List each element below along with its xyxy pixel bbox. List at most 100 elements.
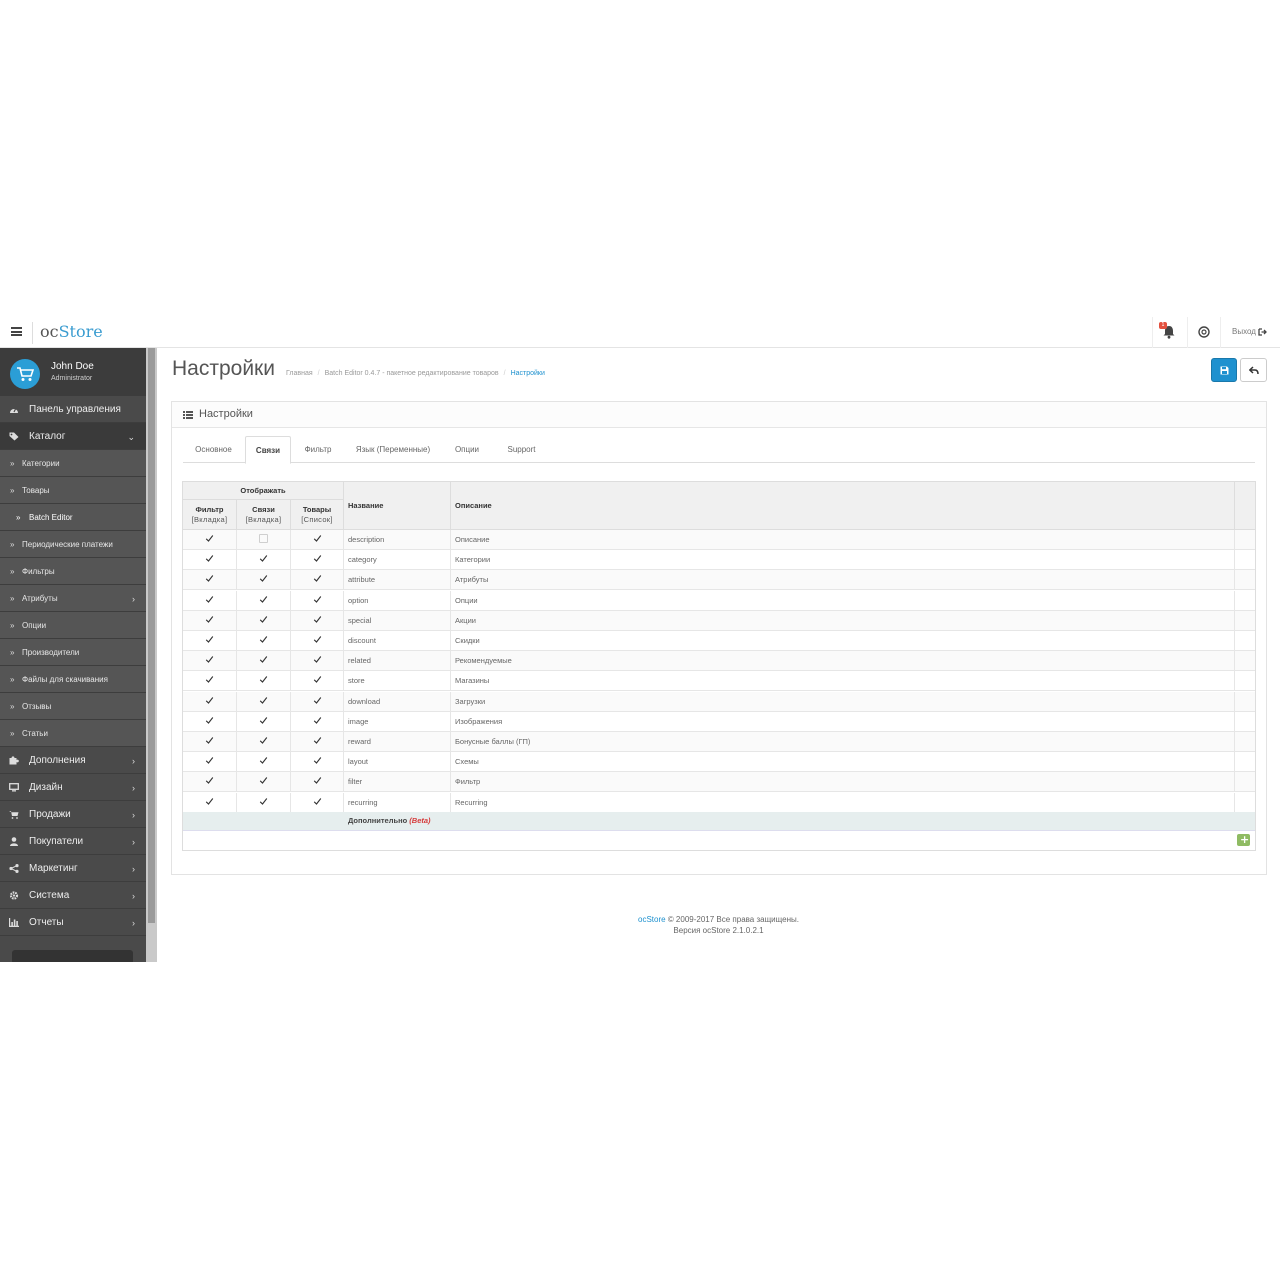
checkbox[interactable]: [205, 675, 214, 684]
add-button[interactable]: +: [1237, 834, 1250, 846]
top-header: ocStore 1 Выход: [0, 317, 1280, 348]
checkbox[interactable]: [205, 716, 214, 725]
checkbox[interactable]: [205, 574, 214, 583]
sidebar-item-5[interactable]: » Периодические платежи: [0, 531, 146, 558]
checkbox[interactable]: [313, 554, 322, 563]
checkbox[interactable]: [313, 574, 322, 583]
page-title: Настройки: [172, 357, 275, 380]
tab-options[interactable]: Опции: [444, 436, 490, 463]
checkbox[interactable]: [313, 655, 322, 664]
sidebar-item-1[interactable]: Каталог ⌄: [0, 423, 146, 450]
checkbox[interactable]: [259, 574, 268, 583]
chevron-right-icon: ›: [132, 864, 135, 874]
tab-support[interactable]: Support: [494, 436, 549, 463]
breadcrumb-module[interactable]: Batch Editor 0.4.7 - пакетное редактиров…: [325, 370, 499, 377]
sidebar-item-4[interactable]: » Batch Editor: [0, 504, 146, 531]
checkbox[interactable]: [313, 595, 322, 604]
sidebar-scrollbar[interactable]: [146, 348, 157, 962]
dashboard-icon: [10, 407, 18, 413]
checkbox-cell: [183, 752, 237, 772]
checkbox[interactable]: [259, 797, 268, 806]
checkbox[interactable]: [259, 554, 268, 563]
checkbox[interactable]: [259, 534, 268, 543]
save-button[interactable]: [1211, 358, 1237, 382]
checkbox[interactable]: [313, 696, 322, 705]
chevron-right-icon: ›: [132, 756, 135, 766]
checkbox[interactable]: [259, 675, 268, 684]
sidebar-item-13[interactable]: Дополнения ›: [0, 747, 146, 774]
sidebar-item-6[interactable]: » Фильтры: [0, 558, 146, 585]
row-description: Загрузки: [451, 692, 1235, 712]
checkbox[interactable]: [205, 615, 214, 624]
checkbox[interactable]: [205, 554, 214, 563]
checkbox[interactable]: [205, 797, 214, 806]
checkbox[interactable]: [205, 655, 214, 664]
sidebar-item-3[interactable]: » Товары: [0, 477, 146, 504]
checkbox[interactable]: [313, 716, 322, 725]
sidebar-item-10[interactable]: » Файлы для скачивания: [0, 666, 146, 693]
checkbox[interactable]: [313, 797, 322, 806]
menu-toggle-icon[interactable]: [11, 327, 22, 336]
checkbox[interactable]: [259, 696, 268, 705]
sidebar-item-9[interactable]: » Производители: [0, 639, 146, 666]
tab-main[interactable]: Основное: [183, 436, 244, 463]
sidebar-item-0[interactable]: Панель управления: [0, 396, 146, 423]
row-action-cell: [1235, 712, 1255, 732]
checkbox[interactable]: [259, 595, 268, 604]
sidebar-item-15[interactable]: Продажи ›: [0, 801, 146, 828]
checkbox[interactable]: [205, 736, 214, 745]
tab-filter[interactable]: Фильтр: [293, 436, 343, 463]
checkbox[interactable]: [259, 736, 268, 745]
angle-double-right-icon: »: [10, 729, 15, 738]
chevron-right-icon: ›: [132, 783, 135, 793]
checkbox[interactable]: [313, 635, 322, 644]
settings-table: Отображать Фильтр [Вкладка] Связи [Вкладка…: [182, 481, 1256, 851]
tab-language[interactable]: Язык (Переменные): [346, 436, 440, 463]
sidebar-item-2[interactable]: » Категории: [0, 450, 146, 477]
sidebar-item-12[interactable]: » Статьи: [0, 720, 146, 747]
checkbox[interactable]: [313, 736, 322, 745]
checkbox[interactable]: [313, 534, 322, 543]
user-profile[interactable]: John Doe Administrator: [0, 348, 146, 396]
checkbox[interactable]: [205, 776, 214, 785]
logout-label: Выход: [1232, 327, 1256, 336]
checkbox[interactable]: [259, 716, 268, 725]
logo[interactable]: ocStore: [40, 321, 103, 343]
sidebar-item-17[interactable]: Маркетинг ›: [0, 855, 146, 882]
checkbox-cell: [237, 631, 291, 651]
globe-icon[interactable]: [1198, 326, 1210, 338]
sidebar-item-label: Отзывы: [22, 702, 52, 711]
checkbox[interactable]: [313, 675, 322, 684]
tab-links[interactable]: Связи: [245, 436, 291, 464]
checkbox-cell: [291, 752, 344, 772]
checkbox[interactable]: [205, 756, 214, 765]
checkbox[interactable]: [259, 756, 268, 765]
sidebar-item-label: Фильтры: [22, 567, 55, 576]
sidebar-item-19[interactable]: Отчеты ›: [0, 909, 146, 936]
checkbox[interactable]: [205, 696, 214, 705]
scrollbar-thumb[interactable]: [148, 348, 155, 923]
sidebar-item-7[interactable]: » Атрибуты ›: [0, 585, 146, 612]
back-button[interactable]: [1240, 358, 1267, 382]
checkbox[interactable]: [259, 776, 268, 785]
checkbox[interactable]: [313, 776, 322, 785]
checkbox[interactable]: [313, 615, 322, 624]
checkbox[interactable]: [313, 756, 322, 765]
sidebar-item-18[interactable]: Система ›: [0, 882, 146, 909]
checkbox[interactable]: [205, 534, 214, 543]
breadcrumb-home[interactable]: Главная: [286, 370, 313, 377]
sidebar-item-8[interactable]: » Опции: [0, 612, 146, 639]
sidebar-item-11[interactable]: » Отзывы: [0, 693, 146, 720]
breadcrumb-current[interactable]: Настройки: [511, 370, 545, 377]
footer-brand-link[interactable]: ocStore: [638, 915, 666, 924]
cart-icon: [9, 811, 19, 819]
checkbox[interactable]: [205, 635, 214, 644]
sidebar-item-14[interactable]: Дизайн ›: [0, 774, 146, 801]
checkbox[interactable]: [205, 595, 214, 604]
col-name-header: Название: [344, 482, 451, 530]
checkbox[interactable]: [259, 655, 268, 664]
checkbox[interactable]: [259, 635, 268, 644]
checkbox[interactable]: [259, 615, 268, 624]
logout-link[interactable]: Выход: [1232, 326, 1267, 338]
sidebar-item-16[interactable]: Покупатели ›: [0, 828, 146, 855]
